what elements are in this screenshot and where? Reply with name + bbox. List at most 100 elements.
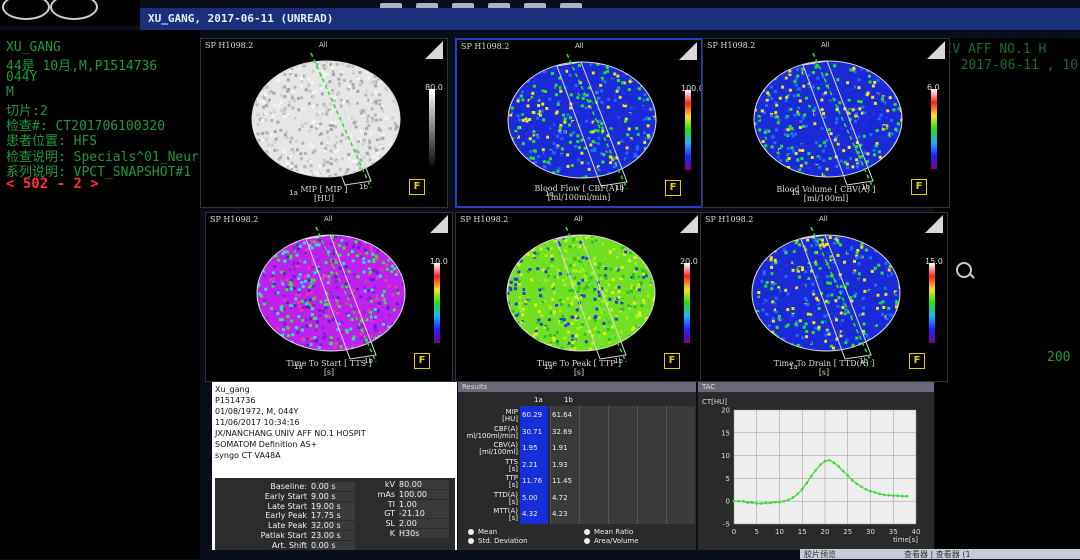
radio-button[interactable] xyxy=(584,538,590,544)
tac-point xyxy=(787,499,789,501)
viewport-3[interactable]: SP H1098.2AllBlood Volume [ CBV(A) ][ml/… xyxy=(702,38,950,208)
value-1b: 61.64 xyxy=(552,411,572,419)
y-tick-label: 0 xyxy=(726,498,730,506)
radio-label: Mean xyxy=(478,528,497,536)
viewport-header: SP H1098.2 xyxy=(705,215,753,224)
map-unit: [HU] xyxy=(314,194,334,203)
brain-perfusion-map[interactable] xyxy=(741,227,911,362)
viewport-1[interactable]: SP H1098.2AllMIP [ MIP ][HU]80.0F1a1b xyxy=(200,38,448,208)
corner-fold-icon[interactable] xyxy=(680,215,698,233)
software-version: syngo CT VA48A xyxy=(215,451,281,460)
map-unit: [ml/100ml] xyxy=(804,194,849,203)
x-tick-label: 15 xyxy=(798,528,807,536)
x-tick-label: 30 xyxy=(866,528,875,536)
film-icon[interactable]: F xyxy=(414,353,430,369)
tac-point xyxy=(865,488,867,490)
param-value: 0.00 s xyxy=(311,541,355,550)
value-1a: 4.32 xyxy=(522,510,538,518)
viewport-4[interactable]: SP H1098.2AllTime To Start [ TTS ][s]10.… xyxy=(205,212,453,382)
viewport-2[interactable]: SP H1098.2AllBlood Flow [ CBF(A) ][ml/10… xyxy=(455,38,703,208)
map-unit: [s] xyxy=(819,368,829,377)
brain-perfusion-map[interactable] xyxy=(246,227,416,362)
viewport-5[interactable]: SP H1098.2AllTime To Peak [ TTP ][s]20.0… xyxy=(455,212,703,382)
tac-point xyxy=(751,501,753,503)
value-1b: 4.72 xyxy=(552,494,568,502)
scan-parameters: Baseline:0.00 sEarly Start9.00 sLate Sta… xyxy=(215,478,455,550)
sidebar-line: 044Y xyxy=(6,70,37,85)
tac-point xyxy=(878,493,880,495)
x-axis-label: time[s] xyxy=(893,536,918,544)
slice-navigator[interactable]: < 502 - 2 > xyxy=(6,176,99,192)
tac-point xyxy=(742,500,744,502)
x-tick-label: 40 xyxy=(912,528,921,536)
y-tick-label: 15 xyxy=(721,429,730,437)
param-value: 9.00 s xyxy=(311,492,355,501)
param-label: GT xyxy=(355,509,395,518)
brain-perfusion-map[interactable] xyxy=(497,54,667,189)
tac-point xyxy=(806,482,808,484)
radio-button[interactable] xyxy=(468,538,474,544)
row-unit: ml/100ml/min] xyxy=(460,432,518,440)
tac-point xyxy=(824,460,826,462)
value-1a: 11.76 xyxy=(522,477,542,485)
corner-fold-icon[interactable] xyxy=(925,215,943,233)
y-tick-label: 20 xyxy=(721,407,730,415)
viewport-6[interactable]: SP H1098.2AllTime To Drain [ TTD(A) ][s]… xyxy=(700,212,948,382)
film-icon[interactable]: F xyxy=(665,180,681,196)
patient-id: P1514736 xyxy=(215,396,255,405)
study-time: 11/06/2017 10:34:16 xyxy=(215,418,300,427)
row-unit: [s] xyxy=(460,498,518,506)
param-value: 17.75 s xyxy=(311,511,355,520)
roi-label-a: 1a xyxy=(294,363,303,371)
brain-perfusion-map[interactable] xyxy=(241,53,411,188)
viewport-all-label: All xyxy=(324,215,333,223)
radio-button[interactable] xyxy=(468,529,474,535)
tac-point xyxy=(906,495,908,497)
param-value: 100.00 xyxy=(399,490,449,499)
tac-point xyxy=(833,462,835,464)
corner-fold-icon[interactable] xyxy=(927,41,945,59)
row-unit: [s] xyxy=(460,465,518,473)
tac-header: TAC xyxy=(698,382,934,392)
radio-button[interactable] xyxy=(584,529,590,535)
empty-column xyxy=(666,406,695,524)
corner-fold-icon[interactable] xyxy=(430,215,448,233)
col-header: 1a xyxy=(534,396,543,404)
toolbar-ring-icon[interactable] xyxy=(2,0,50,20)
tac-point xyxy=(828,459,830,461)
toolbar-ring-icon[interactable] xyxy=(50,0,98,20)
tac-point xyxy=(901,495,903,497)
x-tick-label: 0 xyxy=(732,528,736,536)
tac-point xyxy=(756,502,758,504)
date-overlay: | 2017-06-11 , 10:3 xyxy=(945,58,1080,73)
tac-point xyxy=(733,500,735,502)
value-1b: 1.93 xyxy=(552,461,568,469)
corner-fold-icon[interactable] xyxy=(425,41,443,59)
magnifier-icon[interactable] xyxy=(956,262,972,278)
tac-header-label: TAC xyxy=(702,383,715,391)
tab-film-preview[interactable]: 胶片预览 xyxy=(804,549,836,560)
param-label: Late Peak xyxy=(215,521,307,530)
film-icon[interactable]: F xyxy=(409,179,425,195)
row-unit: [ml/100ml] xyxy=(460,448,518,456)
tac-point xyxy=(765,502,767,504)
color-scale-bar xyxy=(929,263,935,343)
empty-column xyxy=(637,406,666,524)
brain-perfusion-map[interactable] xyxy=(743,53,913,188)
film-icon[interactable]: F xyxy=(911,179,927,195)
param-value: 2.00 xyxy=(399,519,449,528)
brain-perfusion-map[interactable] xyxy=(496,227,666,362)
tac-point xyxy=(810,475,812,477)
param-value: H30s xyxy=(399,529,449,538)
film-icon[interactable]: F xyxy=(909,353,925,369)
tac-point xyxy=(783,500,785,502)
viewport-all-label: All xyxy=(319,41,328,49)
corner-fold-icon[interactable] xyxy=(679,42,697,60)
hospital-name: JX/NANCHANG UNIV AFF NO.1 HOSPIT xyxy=(215,429,366,438)
results-header-label: Results xyxy=(462,383,487,391)
value-1b: 11.45 xyxy=(552,477,572,485)
patient-birth: 01/08/1972, M, 044Y xyxy=(215,407,298,416)
film-icon[interactable]: F xyxy=(664,353,680,369)
viewport-all-label: All xyxy=(821,41,830,49)
tab-viewer[interactable]: 查看器 | 查看器 (1 xyxy=(904,549,971,560)
